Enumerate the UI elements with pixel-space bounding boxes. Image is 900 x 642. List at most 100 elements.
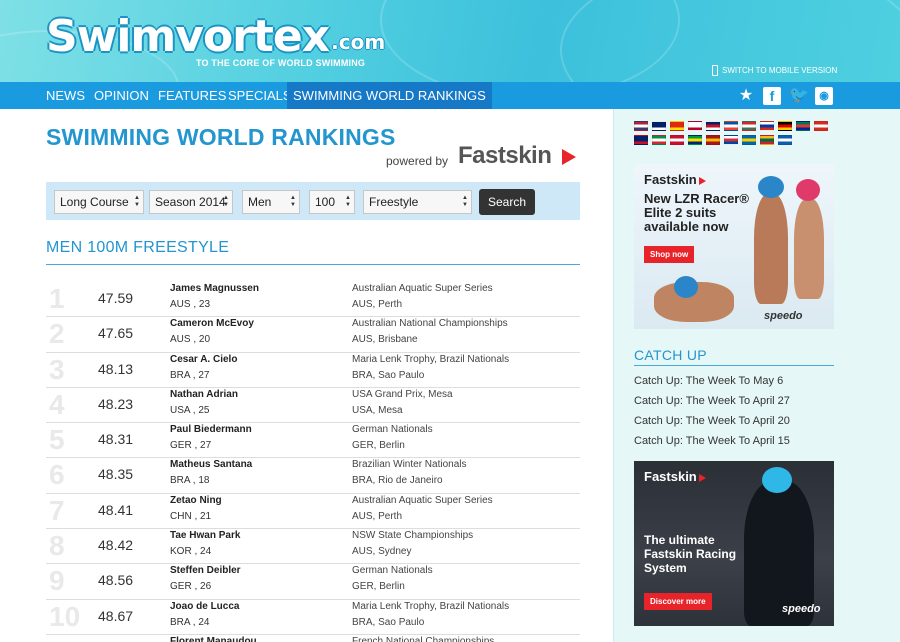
filter-bar: Long Course ▲ ▼ Season 2014 ▲ ▼ Men ▲ ▼ 100…: [46, 182, 580, 220]
meet-location: AUS, Brisbane: [352, 334, 418, 346]
site-logo[interactable]: Swimvortex .com: [46, 10, 385, 60]
fastskin-ad-1[interactable]: Fastskin New LZR Racer® Elite 2 suits av…: [634, 164, 834, 329]
meet-name: Australian Aquatic Super Series: [352, 494, 493, 506]
flag-se[interactable]: [742, 135, 756, 145]
swimmer-country-age: GER , 27: [170, 440, 212, 452]
flag-dk[interactable]: [670, 135, 684, 145]
flag-fr[interactable]: [724, 121, 738, 131]
nav-item-news[interactable]: NEWS: [46, 82, 85, 109]
nav-item-features[interactable]: FEATURES: [158, 82, 226, 109]
flag-es[interactable]: [706, 135, 720, 145]
catchup-link[interactable]: Catch Up: The Week To April 20: [634, 413, 790, 433]
swimmer-name[interactable]: Paul Biedermann: [170, 424, 252, 435]
stroke-select[interactable]: Freestyle ▲ ▼: [363, 190, 472, 214]
sponsor-logo: Fastskin: [458, 142, 552, 169]
result-row: 10 48.67 Joao de Lucca BRA , 24 Maria Lenk T…: [46, 600, 580, 635]
star-icon[interactable]: ★: [737, 87, 755, 105]
discover-more-button[interactable]: Discover more: [644, 593, 712, 610]
logo-wordmark: Swimvortex: [46, 11, 330, 62]
flag-kr[interactable]: [724, 135, 738, 145]
swimmer-name[interactable]: Cesar A. Cielo: [170, 354, 237, 365]
speedo-logo: speedo: [764, 310, 803, 322]
swim-cap-image: [796, 179, 820, 201]
flag-br[interactable]: [688, 135, 702, 145]
flag-ru[interactable]: [760, 121, 774, 131]
meet-location: BRA, Sao Paulo: [352, 369, 425, 381]
season-select[interactable]: Season 2014 ▲ ▼: [149, 190, 233, 214]
flag-gb[interactable]: [706, 121, 720, 131]
result-row: 7 48.41 Zetao Ning CHN , 21 Australian Aquat…: [46, 494, 580, 530]
result-row: 1 47.59 James Magnussen AUS , 23 Australian …: [46, 282, 580, 318]
course-select[interactable]: Long Course ▲ ▼: [54, 190, 144, 214]
rss-icon[interactable]: ◉: [815, 87, 833, 105]
flag-jp[interactable]: [688, 121, 702, 131]
stroke-select-value: Freestyle: [369, 195, 419, 209]
flag-nz[interactable]: [634, 135, 648, 145]
swimmer-name[interactable]: Steffen Deibler: [170, 565, 241, 576]
flag-au[interactable]: [652, 121, 666, 131]
search-button[interactable]: Search: [479, 189, 535, 215]
rank-number: 11: [49, 636, 79, 642]
swim-cap-image: [758, 176, 784, 198]
distance-select[interactable]: 100 ▲ ▼: [309, 190, 355, 214]
twitter-icon[interactable]: 🐦: [789, 87, 809, 105]
catchup-link[interactable]: Catch Up: The Week To April 27: [634, 393, 790, 413]
meet-name: USA Grand Prix, Mesa: [352, 388, 453, 400]
swimmer-name[interactable]: Cameron McEvoy: [170, 318, 254, 329]
gender-select[interactable]: Men ▲ ▼: [242, 190, 300, 214]
event-title: MEN 100M FREESTYLE: [46, 239, 230, 256]
sponsor-arrow-icon: [562, 149, 576, 165]
nav-item-rankings[interactable]: SWIMMING WORLD RANKINGS: [287, 82, 492, 109]
logo-domain: .com: [331, 30, 386, 54]
swimmer-name[interactable]: Zetao Ning: [170, 495, 222, 506]
meet-name: Maria Lenk Trophy, Brazil Nationals: [352, 600, 510, 612]
flag-ca[interactable]: [814, 121, 828, 131]
swimmer-name[interactable]: James Magnussen: [170, 283, 259, 294]
swimmer-name[interactable]: Tae Hwan Park: [170, 530, 240, 541]
swimmer-image: [754, 194, 788, 304]
swim-time: 47.65: [98, 325, 134, 342]
select-arrows-icon: ▲ ▼: [462, 195, 468, 208]
shop-now-button[interactable]: Shop now: [644, 246, 695, 263]
nav-item-opinion[interactable]: OPINION: [94, 82, 149, 109]
catchup-divider: [634, 365, 834, 366]
fastskin-ad-2[interactable]: Fastskin The ultimate Fastskin Racing Sy…: [634, 461, 834, 626]
rank-number: 4: [49, 388, 65, 420]
result-row: 2 47.65 Cameron McEvoy AUS , 20 Australian N…: [46, 317, 580, 353]
flag-us[interactable]: [634, 121, 648, 131]
result-row: 3 48.13 Cesar A. Cielo BRA , 27 Maria Lenk T…: [46, 353, 580, 388]
catchup-list: Catch Up: The Week To May 6 Catch Up: The…: [634, 373, 790, 453]
swimmer-country-age: GER , 26: [170, 581, 212, 593]
main-nav: NEWS OPINION FEATURES SPECIALS SWIMMING …: [0, 82, 900, 109]
phone-icon: [712, 65, 718, 76]
mobile-version-link[interactable]: SWITCH TO MOBILE VERSION: [712, 65, 837, 76]
flag-lt[interactable]: [760, 135, 774, 145]
flag-hu[interactable]: [742, 121, 756, 131]
facebook-icon[interactable]: f: [763, 87, 781, 105]
ad-headline: New LZR Racer® Elite 2 suits available n…: [644, 191, 749, 234]
rank-number: 3: [49, 353, 65, 385]
nav-item-specials[interactable]: SPECIALS: [228, 82, 292, 109]
meet-name: Australian Aquatic Super Series: [352, 283, 493, 294]
swimmer-name[interactable]: Joao de Lucca: [170, 601, 239, 612]
flag-za[interactable]: [796, 121, 810, 131]
rank-number: 6: [49, 459, 65, 491]
swimmer-name[interactable]: Matheus Santana: [170, 459, 252, 470]
swim-time: 48.31: [98, 431, 134, 448]
swim-time: 48.13: [98, 360, 134, 377]
rank-number: 2: [49, 318, 65, 350]
swim-time: 48.67: [98, 607, 134, 624]
country-flags: [634, 121, 836, 145]
meet-name: NSW State Championships: [352, 530, 474, 542]
swimmer-name[interactable]: Nathan Adrian: [170, 389, 238, 400]
flag-de[interactable]: [778, 121, 792, 131]
swimmer-country-age: BRA , 18: [170, 475, 210, 487]
swim-time: 48.56: [98, 572, 134, 589]
flag-gr[interactable]: [778, 135, 792, 145]
swimmer-name[interactable]: Florent Manaudou: [170, 636, 257, 642]
catchup-link[interactable]: Catch Up: The Week To April 15: [634, 433, 790, 453]
catchup-link[interactable]: Catch Up: The Week To May 6: [634, 373, 790, 393]
result-row: 5 48.31 Paul Biedermann GER , 27 German Nati…: [46, 423, 580, 459]
flag-cn[interactable]: [670, 121, 684, 131]
flag-it[interactable]: [652, 135, 666, 145]
